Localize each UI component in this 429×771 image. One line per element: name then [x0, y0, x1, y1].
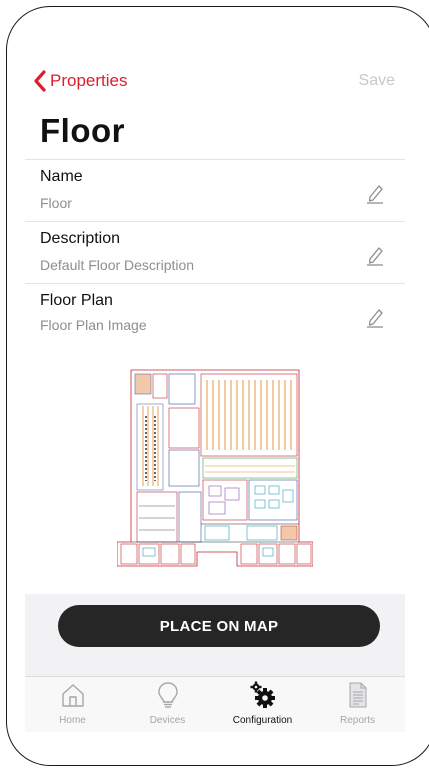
tab-configuration[interactable]: Configuration: [215, 677, 310, 732]
pencil-icon[interactable]: [365, 182, 385, 204]
tab-label: Home: [59, 715, 86, 726]
action-area: PLACE ON MAP: [25, 594, 405, 676]
gears-icon: [250, 681, 275, 708]
save-button[interactable]: Save: [359, 72, 395, 90]
tab-devices[interactable]: Devices: [120, 677, 215, 732]
place-on-map-button[interactable]: PLACE ON MAP: [58, 605, 380, 647]
property-label: Description: [40, 230, 121, 247]
floor-plan-image[interactable]: [117, 366, 313, 571]
screen: Properties Save Floor Name Floor Descrip…: [25, 62, 405, 732]
property-value: Floor: [40, 195, 72, 211]
back-button[interactable]: Properties: [33, 70, 127, 92]
property-value: Default Floor Description: [40, 257, 195, 273]
property-row-floor-plan[interactable]: Floor Plan Floor Plan Image: [25, 283, 405, 345]
navigation-bar: Properties Save: [25, 62, 405, 102]
pencil-icon[interactable]: [365, 306, 385, 328]
tab-bar: Home Devices Configuration Reports: [25, 676, 405, 732]
property-row-description[interactable]: Description Default Floor Description: [25, 221, 405, 283]
lightbulb-icon: [157, 682, 178, 708]
property-row-name[interactable]: Name Floor: [25, 159, 405, 221]
tab-reports[interactable]: Reports: [310, 677, 405, 732]
tab-label: Reports: [339, 715, 375, 726]
document-icon: [349, 682, 366, 708]
home-icon: [61, 684, 84, 707]
page-title: Floor: [40, 112, 125, 149]
tab-home[interactable]: Home: [25, 677, 120, 732]
tab-label: Configuration: [232, 715, 293, 726]
pencil-icon[interactable]: [365, 244, 385, 266]
back-button-label: Properties: [50, 71, 128, 90]
tab-label: Devices: [149, 715, 186, 726]
property-label: Name: [40, 168, 83, 185]
property-label: Floor Plan: [40, 292, 113, 309]
chevron-left-icon: [34, 70, 46, 92]
property-value: Floor Plan Image: [40, 317, 147, 333]
